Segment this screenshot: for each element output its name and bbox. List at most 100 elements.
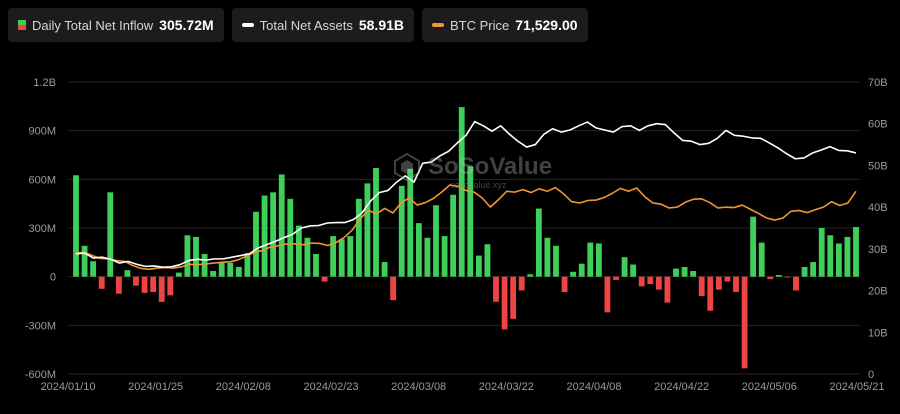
right-tick-label: 70B	[868, 77, 888, 89]
inflow-bar	[373, 167, 379, 277]
inflow-bar	[227, 262, 234, 277]
x-tick-label: 2024/01/10	[40, 381, 95, 393]
inflow-bar	[724, 276, 731, 282]
etf-flow-chart[interactable]: -600M -300M 0 300M 600M 900M 1.2B 0 10B 20B 30B 40B…	[0, 0, 900, 414]
inflow-bar	[630, 264, 637, 277]
inflow-bar	[801, 266, 808, 277]
inflow-bar	[784, 276, 791, 278]
left-tick-label: 0	[50, 272, 56, 284]
right-tick-label: 60B	[868, 119, 888, 131]
inflow-bar	[810, 262, 817, 277]
inflow-bar	[235, 266, 242, 277]
left-tick-label: -600M	[25, 369, 56, 381]
right-tick-label: 0	[868, 369, 874, 381]
inflow-bar	[347, 236, 354, 277]
left-tick-label: 600M	[28, 174, 56, 186]
inflow-bar	[518, 276, 525, 291]
total-net-assets-line	[75, 120, 857, 269]
inflow-bar	[321, 276, 328, 282]
inflow-bar	[501, 276, 508, 330]
inflow-bar	[613, 276, 619, 280]
inflow-bar	[655, 276, 662, 290]
x-tick-label: 2024/02/23	[303, 381, 358, 393]
inflow-bar	[758, 242, 765, 277]
watermark-url: sosovalue.xyz	[450, 180, 507, 190]
inflow-bar	[844, 236, 851, 277]
inflow-bar	[167, 276, 174, 296]
inflow-bar	[647, 276, 654, 284]
inflow-bar	[493, 276, 499, 302]
inflow-bar	[853, 227, 859, 277]
inflow-bar	[818, 228, 825, 277]
left-tick-label: 1.2B	[33, 77, 56, 89]
right-tick-label: 40B	[868, 202, 888, 214]
inflow-bar	[184, 235, 191, 277]
inflow-bar	[587, 242, 594, 277]
inflow-bar	[570, 271, 577, 277]
inflow-bar	[621, 257, 628, 277]
x-tick-label: 2024/05/06	[742, 381, 797, 393]
inflow-bar	[287, 198, 294, 277]
inflow-bar	[793, 276, 799, 291]
inflow-bar	[175, 272, 182, 277]
right-tick-label: 50B	[868, 160, 888, 172]
inflow-bar	[638, 276, 645, 287]
inflow-bar	[835, 243, 842, 277]
inflow-bar	[604, 276, 611, 313]
inflow-bar	[424, 237, 431, 277]
inflow-bar	[475, 255, 482, 277]
inflow-bar	[450, 194, 457, 277]
inflow-bar	[253, 211, 259, 277]
inflow-bars	[73, 107, 859, 369]
inflow-bar	[390, 276, 397, 301]
inflow-bar	[715, 276, 722, 290]
inflow-bar	[527, 274, 534, 277]
inflow-bar	[364, 183, 371, 277]
inflow-bar	[270, 192, 277, 277]
inflow-bar	[733, 276, 739, 293]
x-tick-label: 2024/02/08	[216, 381, 271, 393]
inflow-bar	[484, 244, 491, 277]
inflow-bar	[218, 262, 225, 277]
left-tick-label: -300M	[25, 320, 56, 332]
inflow-bar	[150, 276, 157, 293]
inflow-bar	[261, 195, 268, 277]
inflow-bar	[115, 276, 122, 294]
inflow-bar	[398, 185, 405, 277]
inflow-bar	[681, 266, 688, 277]
x-tick-label: 2024/01/25	[128, 381, 183, 393]
inflow-bar	[415, 223, 422, 277]
inflow-bar	[698, 276, 705, 297]
x-tick-label: 2024/04/08	[566, 381, 621, 393]
left-tick-label: 300M	[28, 223, 56, 235]
inflow-bar	[458, 107, 465, 277]
inflow-bar	[278, 174, 285, 277]
inflow-bar	[741, 276, 748, 369]
price-asset-lines	[75, 120, 857, 271]
inflow-bar	[441, 236, 448, 277]
inflow-bar	[355, 198, 362, 277]
inflow-bar	[664, 276, 671, 303]
inflow-bar	[595, 243, 602, 277]
left-tick-label: 900M	[28, 126, 56, 138]
inflow-bar	[673, 268, 679, 277]
x-tick-label: 2024/04/22	[654, 381, 709, 393]
inflow-bar	[767, 276, 774, 280]
inflow-bar	[707, 276, 714, 311]
inflow-bar	[201, 253, 208, 277]
inflow-bar	[578, 263, 585, 277]
inflow-bar	[81, 245, 88, 277]
inflow-bar	[553, 245, 559, 277]
inflow-bar	[73, 175, 79, 277]
x-tick-label: 2024/05/21	[829, 381, 884, 393]
inflow-bar	[158, 276, 165, 302]
inflow-bar	[535, 208, 542, 277]
inflow-bar	[193, 236, 199, 277]
inflow-bar	[124, 270, 131, 277]
inflow-bar	[433, 205, 439, 277]
inflow-bar	[381, 262, 388, 277]
right-tick-label: 30B	[868, 244, 888, 256]
inflow-bar	[544, 237, 551, 277]
inflow-bar	[90, 261, 97, 277]
inflow-bar	[561, 276, 568, 293]
